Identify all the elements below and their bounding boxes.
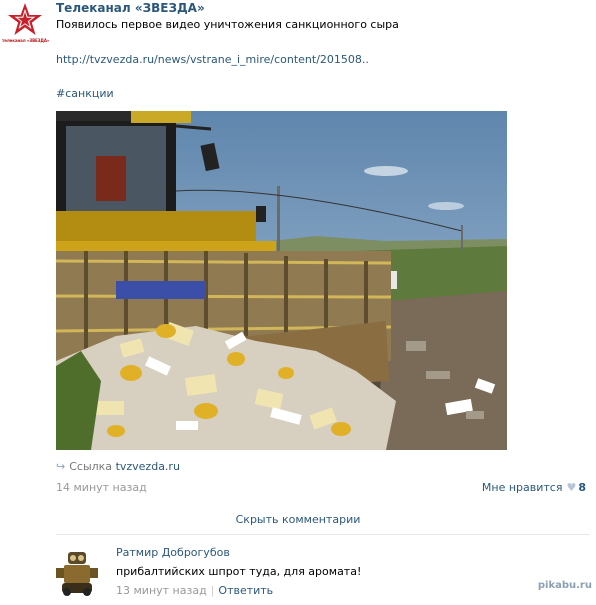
share-label: Ссылка [69,460,113,473]
share-arrow-icon: ↪ [56,460,66,473]
post-url-link[interactable]: http://tvzvezda.ru/news/vstrane_i_mire/c… [56,53,369,66]
robot-avatar-icon [52,548,102,598]
share-domain-link[interactable]: tvzvezda.ru [116,460,180,473]
commenter-avatar[interactable] [52,548,102,598]
share-link-row[interactable]: ↪ Ссылка tvzvezda.ru [56,460,180,473]
like-count: 8 [578,481,586,494]
divider [56,534,590,535]
comment-text: прибалтийских шпрот туда, для аромата! [116,565,362,578]
post-timestamp[interactable]: 14 минут назад [56,481,147,494]
post-text: Появилось первое видео уничтожения санкц… [56,18,399,31]
like-button[interactable]: Мне нравится ♥ 8 [482,481,586,494]
video-thumbnail[interactable] [56,111,507,450]
meta-divider: | [210,584,215,597]
comment-timestamp[interactable]: 13 минут назад [116,584,207,597]
hide-comments-link[interactable]: Скрыть комментарии [0,513,596,526]
watermark: pikabu.ru [537,580,592,591]
comment-meta: 13 минут назад | Ответить [116,584,273,597]
logo-caption: телеканал «ЗВЕЗДА» [2,38,50,43]
post-author-link[interactable]: Телеканал «ЗВЕЗДА» [56,1,205,15]
star-logo-icon [8,3,42,35]
hashtag-link[interactable]: #санкции [56,87,114,100]
comment-author-link[interactable]: Ратмир Доброгубов [116,546,230,559]
like-label: Мне нравится [481,481,563,494]
channel-avatar[interactable]: телеканал «ЗВЕЗДА» [2,2,50,48]
reply-link[interactable]: Ответить [218,584,273,597]
heart-icon: ♥ [566,481,577,494]
